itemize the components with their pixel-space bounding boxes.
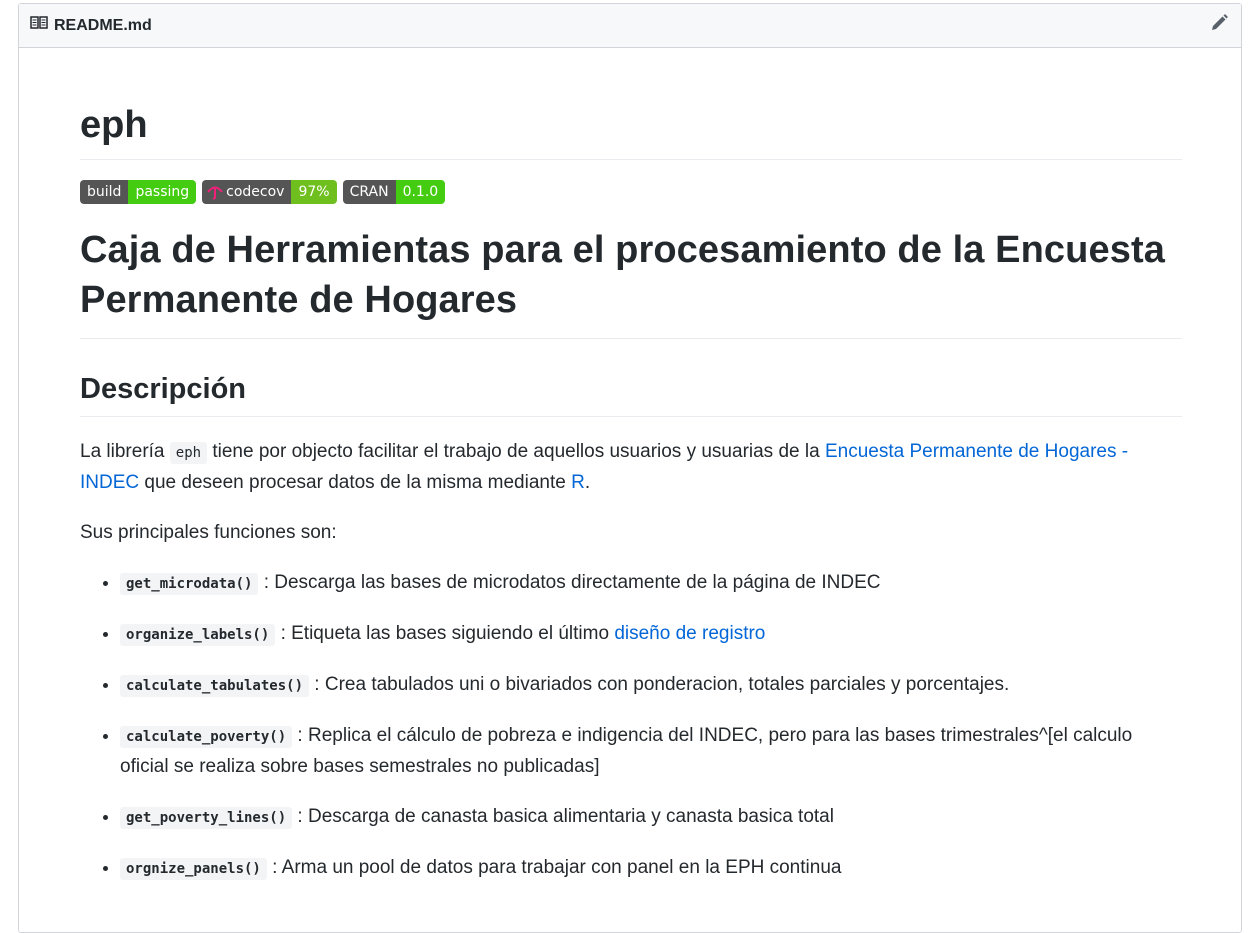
section-heading: Descripción — [80, 370, 1182, 417]
functions-intro: Sus principales funciones son: — [80, 522, 337, 543]
badge-value: 97% — [291, 180, 337, 204]
build-badge[interactable]: build passing — [80, 180, 197, 204]
function-code: orgnize_panels() — [120, 858, 267, 880]
functions-list: get_microdata() : Descarga las bases de … — [80, 568, 1182, 884]
list-item: calculate_tabulates() : Crea tabulados u… — [120, 670, 1182, 701]
book-icon — [30, 16, 48, 35]
text: tiene por objecto facilitar el trabajo d… — [207, 441, 825, 462]
main-heading: Caja de Herramientas para el procesamien… — [80, 225, 1182, 339]
codecov-badge[interactable]: codecov 97% — [202, 180, 337, 204]
pencil-icon — [1209, 13, 1229, 38]
readme-header: README.md — [19, 4, 1241, 48]
edit-button[interactable] — [1207, 14, 1231, 38]
badge-label: codecov — [226, 184, 285, 200]
markdown-body: eph build passing codecov 97% CRAN 0.1.0… — [80, 49, 1182, 904]
function-code: get_microdata() — [120, 573, 259, 595]
r-link[interactable]: R — [571, 472, 585, 493]
page-title: eph — [80, 101, 1182, 160]
inline-code: eph — [169, 442, 208, 464]
badge-label-wrap: codecov — [202, 180, 292, 204]
badge-value: passing — [128, 180, 197, 204]
function-code: calculate_poverty() — [120, 726, 293, 748]
function-code: get_poverty_lines() — [120, 807, 293, 829]
file-name: README.md — [54, 16, 152, 34]
list-item: organize_labels() : Etiqueta las bases s… — [120, 619, 1182, 650]
list-item: get_poverty_lines() : Descarga de canast… — [120, 802, 1182, 833]
text: La librería — [80, 441, 170, 462]
list-item: calculate_poverty() : Replica el cálculo… — [120, 721, 1182, 782]
list-item: get_microdata() : Descarga las bases de … — [120, 568, 1182, 599]
file-title: README.md — [30, 16, 152, 35]
registro-link[interactable]: diseño de registro — [614, 623, 765, 644]
function-code: calculate_tabulates() — [120, 675, 310, 697]
badge-label: build — [80, 180, 129, 204]
badge-value: 0.1.0 — [395, 180, 446, 204]
function-desc: : Crea tabulados uni o bivariados con po… — [309, 674, 1010, 695]
function-desc: : Descarga de canasta basica alimentaria… — [292, 806, 834, 827]
function-desc: : Etiqueta las bases siguiendo el último — [275, 623, 615, 644]
intro-paragraph: La librería eph tiene por objecto facili… — [80, 437, 1182, 498]
text: que deseen procesar datos de la misma me… — [139, 472, 572, 493]
list-item: orgnize_panels() : Arma un pool de datos… — [120, 853, 1182, 884]
text: . — [584, 472, 591, 493]
function-desc: : Arma un pool de datos para trabajar co… — [266, 857, 842, 878]
function-desc: : Descarga las bases de microdatos direc… — [258, 572, 881, 593]
badge-label: CRAN — [342, 180, 396, 204]
function-code: organize_labels() — [120, 624, 276, 646]
badge-row: build passing codecov 97% CRAN 0.1.0 — [80, 180, 1182, 204]
umbrella-icon — [207, 184, 226, 200]
cran-badge[interactable]: CRAN 0.1.0 — [342, 180, 446, 204]
readme-box: README.md eph build passing codecov 97% … — [18, 3, 1242, 933]
